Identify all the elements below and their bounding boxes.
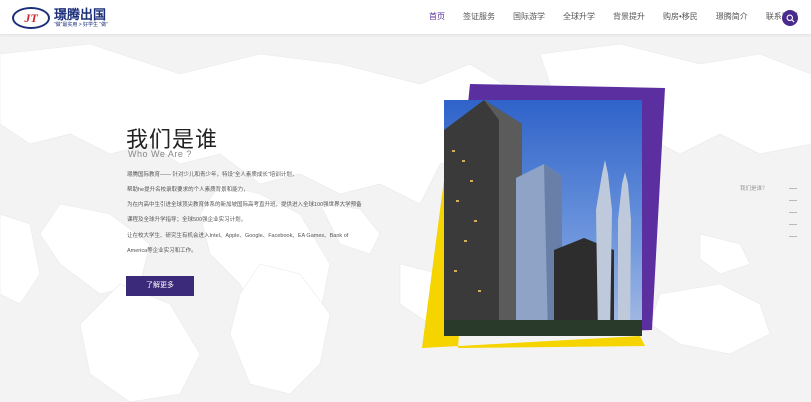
nav-item-property-immigration[interactable]: 购房•移民: [654, 0, 707, 34]
intro-line: 课程及全球升学指导；全球500强企业实习计划，: [127, 217, 247, 223]
logo-text: 璟腾出国 “做”最实用 > 好学生 “做”: [54, 6, 108, 29]
nav-item-background[interactable]: 背景提升: [604, 0, 654, 34]
side-indicator-dash[interactable]: [789, 212, 797, 213]
side-indicator-dash[interactable]: [789, 224, 797, 225]
side-indicator-dash[interactable]: [789, 236, 797, 237]
side-indicator-dash[interactable]: [789, 200, 797, 201]
intro-line: America等企业实习和工作。: [127, 248, 197, 254]
learn-more-button[interactable]: 了解更多: [126, 276, 194, 296]
logo-mark-text: JT: [24, 10, 38, 25]
intro-line: 为在内高中生引进全球顶尖教育体系的新加坡国际高考直升班，提供进入全球100强世界…: [127, 202, 362, 208]
nav-item-visa[interactable]: 签证服务: [454, 0, 504, 34]
section-subtitle: Who We Are ?: [128, 149, 192, 159]
side-indicator-dash[interactable]: [789, 188, 797, 189]
side-section-label: 我们是谁？: [740, 186, 768, 192]
nav-item-about[interactable]: 璟腾简介: [707, 0, 757, 34]
intro-line: 璟腾国际教育—— 针对少儿和青少年，特设“全人素质成长”培训计划，: [127, 172, 298, 178]
search-icon: [786, 14, 795, 23]
city-skyline-photo: [444, 100, 642, 336]
search-button[interactable]: [782, 10, 798, 26]
nav-item-home[interactable]: 首页: [420, 0, 454, 34]
world-map-background: [0, 34, 811, 402]
intro-line: 让在校大学生、研究生有机会进入Intel、Apple、Google、Facebo…: [127, 233, 349, 239]
nav-item-global-admission[interactable]: 全球升学: [554, 0, 604, 34]
main-nav: 首页 签证服务 国际游学 全球升学 背景提升 购房•移民 璟腾简介 联系我们: [420, 0, 807, 34]
logo-mark-icon: JT: [12, 7, 50, 29]
brand-name: 璟腾出国: [54, 6, 107, 22]
nav-item-study-tour[interactable]: 国际游学: [504, 0, 554, 34]
intro-line: 帮助he提升名校录取要求的个人素质背景和能力，: [127, 187, 249, 193]
site-header: JT 璟腾出国 “做”最实用 > 好学生 “做” 首页 签证服务 国际游学 全球…: [0, 0, 811, 35]
brand-slogan: “做”最实用 > 好学生 “做”: [54, 21, 108, 28]
site-logo[interactable]: JT 璟腾出国 “做”最实用 > 好学生 “做”: [12, 6, 108, 30]
